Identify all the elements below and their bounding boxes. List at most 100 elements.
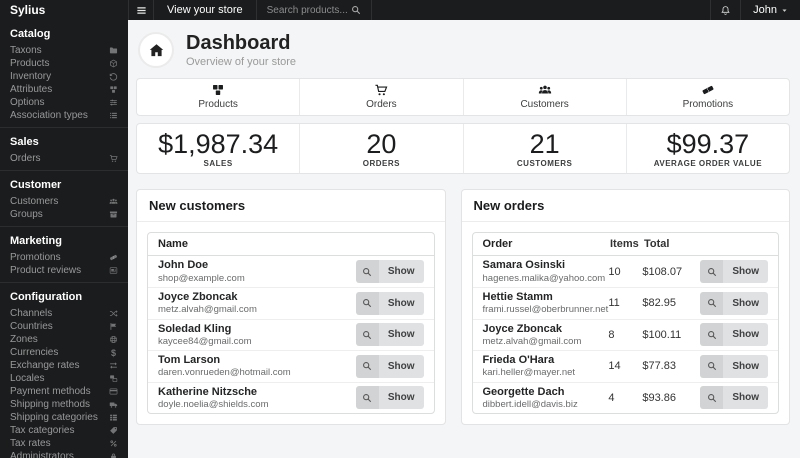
customer-name: Tom Larson [158,354,221,367]
sidebar-item-product-reviews[interactable]: Product reviews [0,264,128,277]
sidebar-item-association-types[interactable]: Association types [0,109,128,122]
order-total: $77.83 [642,360,676,373]
users-icon [109,197,118,206]
magnifier-icon [362,393,372,403]
stat-value: $1,987.34 [158,129,279,159]
sidebar-item-taxons[interactable]: Taxons [0,44,128,57]
credit-card-icon [109,387,118,396]
sidebar-item-attributes[interactable]: Attributes [0,83,128,96]
sidebar-item-label: Options [10,97,45,108]
cart-icon [109,154,118,163]
random-icon [109,309,118,318]
sidebar-item-shipping-categories[interactable]: Shipping categories [0,411,128,424]
show-button[interactable]: Show [355,354,424,378]
show-button[interactable]: Show [355,386,424,410]
magnifier-icon [707,361,717,371]
quick-links-row: Products Orders Customers Promotions [136,78,790,116]
sidebar-item-countries[interactable]: Countries [0,320,128,333]
globe-icon [109,335,118,344]
show-button[interactable]: Show [700,386,768,410]
card-title: New orders [461,190,789,223]
sidebar-item-options[interactable]: Options [0,96,128,109]
table-row: Katherine Nitzsche doyle.noelia@shields.… [148,383,434,414]
show-button[interactable]: Show [700,323,768,347]
view-store-link[interactable]: View your store [154,0,257,20]
search-box [257,0,372,20]
exchange-icon [109,361,118,370]
truck-icon [109,400,118,409]
show-label: Show [387,266,415,278]
sidebar-item-locales[interactable]: Locales [0,372,128,385]
sidebar-item-customers[interactable]: Customers [0,195,128,208]
sidebar-item-label: Channels [10,308,53,319]
sidebar-item-zones[interactable]: Zones [0,333,128,346]
order-customer-name: Georgette Dach [482,385,565,398]
sidebar-item-payment-methods[interactable]: Payment methods [0,385,128,398]
dollar-icon: $ [110,347,116,358]
user-menu[interactable]: John [740,0,800,20]
cart-icon [374,83,388,97]
sidebar-item-administrators[interactable]: Administrators [0,450,128,458]
sidebar-item-shipping-methods[interactable]: Shipping methods [0,398,128,411]
sidebar-item-tax-categories[interactable]: Tax categories [0,424,128,437]
order-customer-name: Hettie Stamm [482,290,553,303]
stat-average-order-value: $99.37 AVERAGE ORDER VALUE [625,124,789,174]
sidebar-item-tax-rates[interactable]: Tax rates [0,437,128,450]
users-icon [538,83,552,97]
flag-icon [109,322,118,331]
sidebar-item-label: Zones [10,334,38,345]
sidebar-item-channels[interactable]: Channels [0,307,128,320]
notifications-button[interactable] [710,0,740,20]
sidebar-item-label: Payment methods [10,386,91,397]
stat-label: CUSTOMERS [516,159,573,169]
dashboard-avatar [138,32,174,68]
magnifier-icon [362,298,372,308]
sidebar-item-exchange-rates[interactable]: Exchange rates [0,359,128,372]
customer-email: doyle.noelia@shields.com [158,398,269,410]
sidebar-item-label: Attributes [10,84,53,95]
sidebar-section-marketing: Marketing Promotions Product reviews [0,227,128,283]
search-input[interactable] [266,4,351,16]
column-header-total: Total [644,238,670,251]
order-customer-name: Samara Osinski [482,259,566,272]
cubes-icon [211,83,225,97]
sidebar-item-products[interactable]: Products [0,57,128,70]
table-row: Hettie Stamm frami.russel@oberbrunner.ne… [472,288,778,320]
sidebar-toggle-button[interactable] [128,0,154,20]
table-row: Soledad Kling kaycee84@gmail.com Show [148,320,434,352]
show-button[interactable]: Show [355,260,424,284]
customer-email: metz.alvah@gmail.com [158,304,257,316]
show-button[interactable]: Show [700,291,768,315]
show-button[interactable]: Show [355,291,424,315]
quick-link-customers[interactable]: Customers [462,79,626,115]
sidebar-section-configuration: Configuration Channels Countries Zones C… [0,283,128,458]
table-row: Frieda O'Hara kari.heller@mayer.net 14 $… [472,351,778,383]
quick-link-promotions[interactable]: Promotions [625,79,789,115]
show-button[interactable]: Show [355,323,424,347]
sidebar-item-currencies[interactable]: Currencies $ [0,346,128,359]
table-row: John Doe shop@example.com Show [148,256,434,288]
quick-link-products[interactable]: Products [137,79,299,115]
sidebar-item-inventory[interactable]: Inventory [0,70,128,83]
stat-value: 20 [366,129,397,159]
sidebar-item-label: Taxons [10,45,42,56]
order-items-count: 11 [608,297,620,310]
quick-link-orders[interactable]: Orders [299,79,462,115]
search-icon[interactable] [351,5,361,15]
page-subtitle: Overview of your store [186,56,297,68]
sidebar-item-label: Currencies [10,347,59,358]
sidebar-item-label: Exchange rates [10,360,80,371]
brand-logo[interactable]: Sylius [0,0,128,20]
sidebar-item-groups[interactable]: Groups [0,208,128,221]
sidebar-item-orders[interactable]: Orders [0,152,128,165]
list-icon [109,111,118,120]
new-orders-card: New orders Order Items Total Samara Osin… [460,189,790,426]
bell-icon [720,5,731,16]
magnifier-icon [707,267,717,277]
sidebar-item-label: Groups [10,209,43,220]
show-button[interactable]: Show [700,260,768,284]
sidebar-item-promotions[interactable]: Promotions [0,251,128,264]
percent-icon [109,439,118,448]
show-button[interactable]: Show [700,354,768,378]
